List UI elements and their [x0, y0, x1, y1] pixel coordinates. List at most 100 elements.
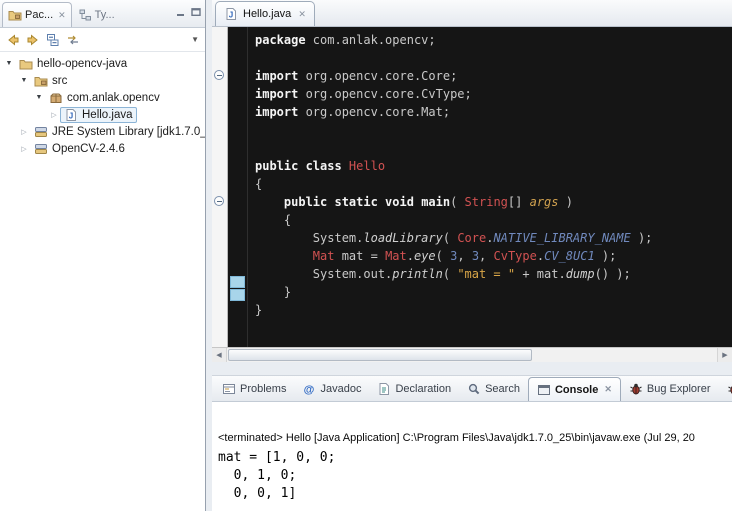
expanded-arrow-icon[interactable]: ▼: [3, 60, 15, 67]
code-token: [255, 195, 284, 209]
package-explorer-view: Pac... ✕ Ty...: [0, 0, 206, 511]
tree-item-hello-java[interactable]: ▷ J Hello.java: [0, 106, 205, 123]
code-token: import: [255, 87, 298, 101]
tree-item-content[interactable]: com.anlak.opencv: [45, 90, 164, 106]
code-token: public class: [255, 159, 349, 173]
tab-problems[interactable]: Problems: [214, 377, 294, 401]
close-icon[interactable]: ✕: [604, 384, 612, 395]
tree-item-content[interactable]: JRE System Library [jdk1.7.0_25]: [30, 124, 206, 140]
tab-type-hierarchy[interactable]: Ty...: [72, 2, 121, 27]
view-menu-icon[interactable]: ▼: [191, 35, 199, 44]
code-line[interactable]: System.loadLibrary( Core.NATIVE_LIBRARY_…: [255, 229, 732, 247]
editor-body: package com.anlak.opencv; import org.ope…: [212, 27, 732, 347]
project-tree: ▼hello-opencv-java▼src▼com.anlak.opencv▷…: [0, 52, 205, 157]
bug-icon: [727, 382, 732, 396]
code-line[interactable]: System.out.println( "mat = " + mat.dump(…: [255, 265, 732, 283]
code-line[interactable]: import org.opencv.core.Core;: [255, 67, 732, 85]
code-line[interactable]: [255, 121, 732, 139]
tree-item-content[interactable]: J Hello.java: [60, 107, 137, 123]
minimize-icon[interactable]: [175, 6, 187, 18]
tree-item-label: Hello.java: [82, 109, 133, 121]
fold-collapse-icon[interactable]: [214, 70, 224, 80]
collapsed-arrow-icon[interactable]: ▷: [48, 111, 60, 119]
tree-item-hello-opencv-java[interactable]: ▼hello-opencv-java: [0, 55, 205, 72]
left-view-tabbar: Pac... ✕ Ty...: [0, 0, 205, 28]
code-token: {: [255, 213, 291, 227]
package-explorer-icon: [8, 8, 22, 22]
tab-label: Console: [555, 384, 598, 396]
code-line[interactable]: public class Hello: [255, 157, 732, 175]
tree-item-com-anlak-opencv[interactable]: ▼com.anlak.opencv: [0, 89, 205, 106]
console-process-label: <terminated> Hello [Java Application] C:…: [218, 432, 732, 444]
maximize-icon[interactable]: [190, 6, 202, 18]
tab-declaration[interactable]: Declaration: [369, 377, 459, 401]
console-output-area[interactable]: <terminated> Hello [Java Application] C:…: [212, 402, 732, 511]
code-line[interactable]: {: [255, 175, 732, 193]
code-line[interactable]: }: [255, 301, 732, 319]
code-token: main: [421, 195, 450, 209]
link-with-editor-icon[interactable]: [66, 33, 80, 47]
code-token: Core: [457, 231, 486, 245]
tree-item-content[interactable]: src: [30, 73, 71, 89]
editor-area: J Hello.java ✕ package com.anlak.opencv;…: [212, 0, 732, 362]
tree-item-src[interactable]: ▼src: [0, 72, 205, 89]
package-icon: [49, 91, 63, 105]
scrollbar-track[interactable]: [227, 348, 717, 362]
console-output-text: mat = [1, 0, 0; 0, 1, 0; 0, 0, 1]: [218, 449, 732, 503]
collapse-all-icon[interactable]: [46, 33, 60, 47]
close-icon[interactable]: ✕: [58, 10, 66, 21]
back-icon[interactable]: [6, 33, 20, 47]
expanded-arrow-icon[interactable]: ▼: [33, 94, 45, 101]
scroll-left-icon[interactable]: ◀: [212, 348, 227, 362]
console-output-line: 0, 1, 0;: [218, 467, 732, 485]
tab-label: Problems: [240, 383, 286, 395]
code-line[interactable]: Mat mat = Mat.eye( 3, 3, CvType.CV_8UC1 …: [255, 247, 732, 265]
tree-item-opencv-2-4-6[interactable]: ▷OpenCV-2.4.6: [0, 140, 205, 157]
collapsed-arrow-icon[interactable]: ▷: [18, 145, 30, 153]
code-line[interactable]: {: [255, 211, 732, 229]
code-line[interactable]: [255, 139, 732, 157]
collapsed-arrow-icon[interactable]: ▷: [18, 128, 30, 136]
code-line[interactable]: }: [255, 283, 732, 301]
code-line[interactable]: package com.anlak.opencv;: [255, 31, 732, 49]
code-line[interactable]: public static void main( String[] args ): [255, 193, 732, 211]
java-file-icon: J: [64, 108, 78, 122]
code-token: ,: [479, 249, 493, 263]
library-icon: [34, 142, 48, 156]
code-token: );: [631, 231, 653, 245]
editor-tabbar: J Hello.java ✕: [212, 0, 732, 27]
fold-collapse-icon[interactable]: [214, 196, 224, 206]
code-token: System.: [255, 231, 363, 245]
tab-console[interactable]: Console ✕: [528, 377, 621, 401]
bottom-view-tabbar: Problems @ Javadoc Declaration Search: [212, 376, 732, 402]
code-token: {: [255, 177, 262, 191]
tab-search[interactable]: Search: [459, 377, 528, 401]
code-token: dump: [566, 267, 595, 281]
console-icon: [537, 383, 551, 397]
forward-icon[interactable]: [26, 33, 40, 47]
tree-item-content[interactable]: hello-opencv-java: [15, 56, 131, 72]
tab-label: Ty...: [95, 9, 115, 21]
tab-javadoc[interactable]: @ Javadoc: [294, 377, 369, 401]
close-icon[interactable]: ✕: [298, 9, 306, 20]
code-line[interactable]: [255, 49, 732, 67]
scrollbar-thumb[interactable]: [228, 349, 532, 361]
horizontal-scrollbar[interactable]: ◀ ▶: [212, 347, 732, 362]
tab-bug-explorer[interactable]: Bug Explorer: [621, 377, 719, 401]
type-hierarchy-icon: [78, 8, 92, 22]
code-line[interactable]: import org.opencv.core.CvType;: [255, 85, 732, 103]
expanded-arrow-icon[interactable]: ▼: [18, 77, 30, 84]
tab-label: Bug Explorer: [647, 383, 711, 395]
view-toolbar: ▼: [0, 28, 205, 52]
tab-bug[interactable]: Bug: [719, 377, 732, 401]
editor-tab-hello-java[interactable]: J Hello.java ✕: [215, 1, 315, 26]
code-line[interactable]: import org.opencv.core.Mat;: [255, 103, 732, 121]
tab-package-explorer[interactable]: Pac... ✕: [2, 2, 72, 27]
code-editor[interactable]: package com.anlak.opencv; import org.ope…: [228, 27, 732, 347]
scroll-right-icon[interactable]: ▶: [717, 348, 732, 362]
code-token: }: [255, 303, 262, 317]
bug-icon: [629, 382, 643, 396]
tree-item-jre-system-library-jdk1-7-0-[interactable]: ▷JRE System Library [jdk1.7.0_25]: [0, 123, 205, 140]
annotation-ruler[interactable]: [212, 27, 228, 347]
tree-item-content[interactable]: OpenCV-2.4.6: [30, 141, 129, 157]
